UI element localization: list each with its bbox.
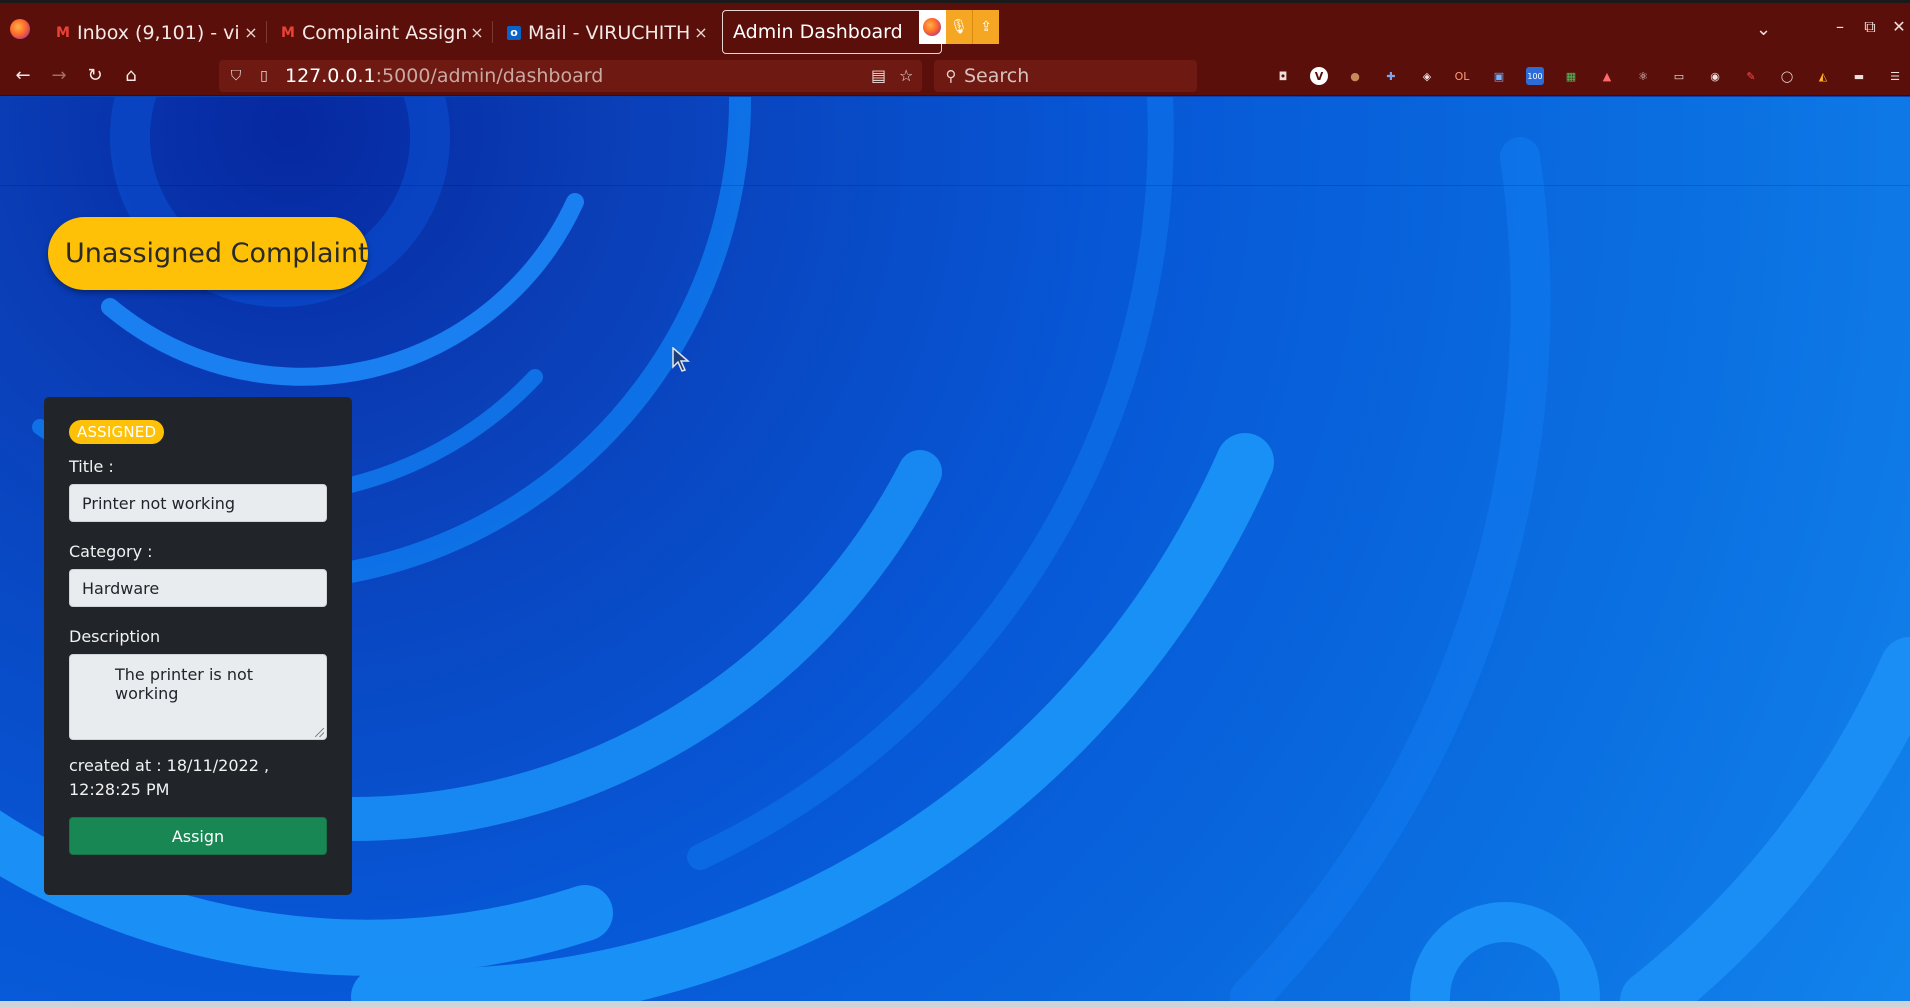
admin-dashboard-page: Unassigned Complaints ASSIGNED Title : P… bbox=[0, 97, 1910, 1001]
firefox-icon bbox=[919, 10, 946, 44]
forward-icon[interactable]: → bbox=[46, 64, 72, 88]
tab-bar: M Inbox (9,101) - viruc × M Complaint As… bbox=[0, 0, 1910, 56]
status-badge: ASSIGNED bbox=[69, 420, 165, 444]
gmail-icon: M bbox=[281, 24, 295, 41]
pdf-icon[interactable]: ▲ bbox=[1598, 67, 1616, 85]
back-icon[interactable]: ← bbox=[10, 64, 36, 88]
complaint-card: ASSIGNED Title : Printer not working Cat… bbox=[44, 397, 352, 895]
description-text: The printer is not working bbox=[115, 665, 254, 703]
screen-share-icon: ⇪ bbox=[972, 10, 999, 44]
tab-complaint-assigned[interactable]: M Complaint Assignec × bbox=[271, 11, 488, 54]
lightbulb-icon[interactable]: ◉ bbox=[1706, 67, 1724, 85]
tab-title: Admin Dashboard bbox=[733, 21, 903, 43]
firefox-menu-icon[interactable] bbox=[10, 19, 30, 39]
close-window-icon[interactable]: ✕ bbox=[1885, 17, 1910, 36]
tab-separator bbox=[266, 21, 267, 43]
hamburger-menu-icon[interactable]: ☰ bbox=[1886, 67, 1904, 85]
created-at-text: created at : 18/11/2022 , 12:28:25 PM bbox=[69, 756, 270, 799]
microphone-icon: 🎙 bbox=[945, 10, 973, 44]
ol-extension-icon[interactable]: OL bbox=[1453, 67, 1471, 85]
bottom-border bbox=[0, 1001, 1910, 1007]
resize-handle-icon[interactable] bbox=[315, 728, 324, 737]
search-placeholder: Search bbox=[964, 65, 1030, 87]
assign-button[interactable]: Assign bbox=[69, 817, 327, 855]
url-bar[interactable]: ⛉ ▯ 127.0.0.1:5000/admin/dashboard ▤ ☆ bbox=[219, 60, 922, 92]
outlook-icon: o bbox=[507, 25, 521, 40]
bookmark-star-icon[interactable]: ☆ bbox=[899, 66, 913, 85]
url-path: :5000/admin/dashboard bbox=[375, 65, 604, 87]
cookie-icon[interactable]: ● bbox=[1346, 67, 1364, 85]
reload-icon[interactable]: ↻ bbox=[82, 64, 108, 88]
react-devtools-icon[interactable]: ⚛ bbox=[1634, 67, 1652, 85]
tab-admin-dashboard[interactable]: Admin Dashboard bbox=[722, 10, 942, 54]
page-info-icon[interactable]: ▯ bbox=[253, 68, 275, 84]
mouse-cursor-icon bbox=[672, 347, 690, 372]
restore-icon[interactable]: ⧉ bbox=[1856, 17, 1884, 37]
url-host: 127.0.0.1 bbox=[285, 65, 376, 87]
cube-icon[interactable]: ◈ bbox=[1418, 67, 1436, 85]
home-icon[interactable]: ⌂ bbox=[118, 64, 144, 88]
title-field[interactable]: Printer not working bbox=[69, 484, 327, 522]
toggle-icon[interactable]: ▬ bbox=[1850, 67, 1868, 85]
minimize-icon[interactable]: – bbox=[1826, 17, 1854, 36]
window-icon[interactable]: ▭ bbox=[1670, 67, 1688, 85]
unassigned-complaints-button[interactable]: Unassigned Complaints bbox=[48, 217, 368, 290]
puzzle-icon[interactable]: ✚ bbox=[1382, 67, 1400, 85]
category-label: Category : bbox=[69, 542, 153, 561]
search-input[interactable]: ⚲ Search bbox=[934, 60, 1197, 92]
tab-separator bbox=[492, 21, 493, 43]
list-all-tabs-icon[interactable]: ⌄ bbox=[1756, 19, 1771, 40]
title-label: Title : bbox=[69, 457, 114, 476]
gmail-icon: M bbox=[56, 24, 70, 41]
reader-view-icon[interactable]: ▤ bbox=[871, 66, 886, 85]
close-icon[interactable]: × bbox=[690, 23, 712, 42]
tab-mail[interactable]: o Mail - VIRUCHITH G × bbox=[497, 11, 712, 54]
tab-title: Inbox (9,101) - viruc bbox=[77, 21, 240, 44]
description-label: Description bbox=[69, 627, 161, 646]
nav-bar: ← → ↻ ⌂ ⛉ ▯ 127.0.0.1:5000/admin/dashboa… bbox=[0, 56, 1910, 96]
tab-inbox[interactable]: M Inbox (9,101) - viruc × bbox=[46, 11, 262, 54]
colorzilla-icon[interactable]: ◭ bbox=[1814, 67, 1832, 85]
save-icon[interactable]: ▣ bbox=[1490, 67, 1508, 85]
sheets-icon[interactable]: ▦ bbox=[1562, 67, 1580, 85]
tab-title: Complaint Assignec bbox=[302, 21, 466, 44]
tab-title: Mail - VIRUCHITH G bbox=[528, 21, 690, 44]
circle-icon[interactable]: ◯ bbox=[1778, 67, 1796, 85]
hundred-extension-icon[interactable]: 100 bbox=[1526, 67, 1544, 85]
pocket-icon[interactable]: ◘ bbox=[1274, 67, 1292, 85]
description-textarea[interactable]: The printer is not working bbox=[69, 654, 327, 740]
vivaldi-icon[interactable]: V bbox=[1310, 67, 1328, 85]
highlighter-icon[interactable]: ✎ bbox=[1742, 67, 1760, 85]
close-icon[interactable]: × bbox=[466, 23, 488, 42]
shield-icon[interactable]: ⛉ bbox=[225, 68, 247, 84]
divider bbox=[0, 185, 1910, 186]
search-icon: ⚲ bbox=[945, 67, 957, 85]
sharing-indicator[interactable]: 🎙 ⇪ bbox=[919, 10, 999, 44]
close-icon[interactable]: × bbox=[240, 23, 262, 42]
category-field[interactable]: Hardware bbox=[69, 569, 327, 607]
